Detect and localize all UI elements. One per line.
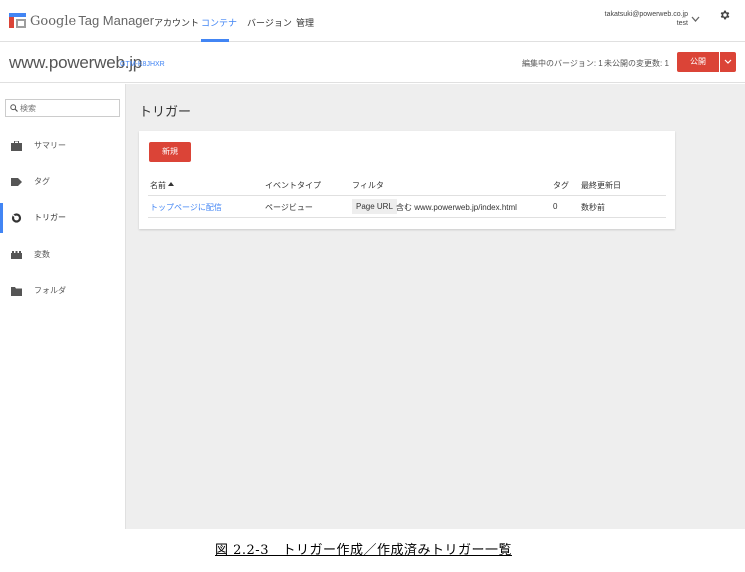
account-email[interactable]: takatsuki@powerweb.co.jp [600,11,688,18]
sidebar-item-triggers[interactable]: トリガー [0,203,125,233]
sidebar-item-summary[interactable]: サマリー [0,131,125,161]
tag-manager-logo-icon [9,13,26,28]
column-header-last-updated[interactable]: 最終更新日 [581,180,621,191]
sidebar-search[interactable] [5,99,120,117]
gear-icon[interactable] [719,9,731,21]
search-input[interactable] [20,101,116,115]
column-header-name[interactable]: 名前 [150,180,166,191]
brand-product: Tag Manager [78,13,155,28]
table-row-divider [148,217,666,218]
chevron-down-icon [724,59,732,64]
nav-tab-account[interactable]: アカウント [154,16,199,29]
nav-tab-admin[interactable]: 管理 [296,16,314,29]
unpublished-changes[interactable]: 未公開の変更数: 1 [604,58,669,69]
account-name[interactable]: test [600,20,688,27]
publish-button[interactable]: 公開 [677,52,719,72]
sort-ascending-icon[interactable] [168,182,174,186]
variables-icon [11,251,22,259]
brand-google: Google [30,14,77,29]
trigger-name-link[interactable]: トップページに配信 [150,202,222,213]
chevron-down-icon[interactable] [691,16,700,22]
column-header-event-type[interactable]: イベントタイプ [265,180,321,191]
page-title: トリガー [139,104,192,119]
column-header-tags[interactable]: タグ [553,180,569,191]
filter-condition: 含む www.powerweb.jp/index.html [396,203,517,212]
new-trigger-button[interactable]: 新規 [149,142,191,162]
workspace-version[interactable]: 編集中のバージョン: 1 [522,58,603,69]
active-item-indicator [0,203,3,233]
trigger-last-updated: 数秒前 [581,203,605,212]
trigger-event-type: ページビュー [265,203,313,212]
trigger-icon [11,213,22,223]
table-header-divider [148,195,666,196]
sidebar-item-variables[interactable]: 変数 [0,240,125,270]
container-id[interactable]: GTM-K8JHXR [120,61,165,68]
nav-tab-versions[interactable]: バージョン [247,16,292,29]
brand-name[interactable]: Google Tag Manager [30,13,154,29]
sidebar-item-label: フォルダ [34,286,66,295]
sidebar-item-label: トリガー [34,213,66,222]
sidebar-item-folders[interactable]: フォルダ [0,276,125,306]
folder-icon [11,287,22,296]
figure-caption: 図 2.2-3 トリガー作成／作成済みトリガー一覧 [215,543,512,558]
trigger-tag-count: 0 [553,202,558,211]
filter-variable-chip: Page URL [352,199,397,214]
sidebar-item-tags[interactable]: タグ [0,167,125,197]
sidebar-item-label: タグ [34,177,50,186]
column-header-filter[interactable]: フィルタ [352,180,384,191]
sidebar-item-label: サマリー [34,141,66,150]
sidebar-item-label: 変数 [34,250,50,259]
nav-tab-container[interactable]: コンテナ [201,16,237,29]
search-icon [10,104,18,112]
tag-icon [11,178,22,186]
briefcase-icon [11,141,22,151]
publish-options-button[interactable] [720,52,736,72]
